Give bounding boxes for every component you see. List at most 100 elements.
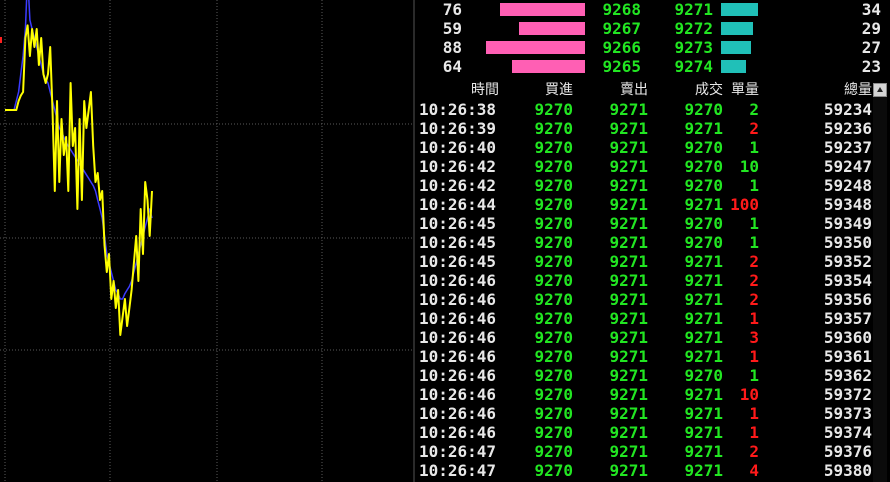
bid-quantity: 59 — [442, 19, 462, 38]
table-row: 10:26:45 9270 9271 9270 1 59350 — [415, 233, 873, 252]
tick-bid: 9270 — [534, 366, 573, 385]
ask-price: 9274 — [674, 57, 713, 76]
tick-ask: 9271 — [609, 461, 648, 480]
tick-deal: 9270 — [684, 138, 723, 157]
bid-price: 9268 — [602, 0, 641, 19]
tick-deal: 9270 — [684, 214, 723, 233]
scrollbar-track[interactable] — [873, 97, 887, 482]
tick-volume: 1 — [749, 138, 759, 157]
bid-quantity: 64 — [442, 57, 462, 76]
tick-time: 10:26:47 — [419, 442, 497, 461]
tick-total: 59374 — [823, 423, 872, 442]
ask-volume-bar — [721, 22, 753, 35]
tick-ask: 9271 — [609, 347, 648, 366]
tick-ask: 9271 — [609, 195, 648, 214]
tick-deal: 9270 — [684, 176, 723, 195]
tick-deal: 9271 — [684, 309, 723, 328]
header-volume: 單量 — [731, 82, 759, 98]
tick-deal: 9271 — [684, 423, 723, 442]
tick-time: 10:26:46 — [419, 290, 497, 309]
tick-time: 10:26:46 — [419, 271, 497, 290]
tick-volume: 1 — [749, 309, 759, 328]
tick-volume: 2 — [749, 119, 759, 138]
tick-volume: 1 — [749, 366, 759, 385]
tick-deal: 9270 — [684, 366, 723, 385]
tick-deal: 9271 — [684, 328, 723, 347]
ask-volume-bar — [721, 41, 751, 54]
tick-bid: 9270 — [534, 233, 573, 252]
tick-volume: 1 — [749, 347, 759, 366]
bid-quantity: 88 — [442, 38, 462, 57]
tick-total: 59372 — [823, 385, 872, 404]
ask-quantity: 29 — [861, 19, 881, 38]
header-total: 總量 — [844, 82, 872, 98]
tick-time: 10:26:46 — [419, 423, 497, 442]
tick-bid: 9270 — [534, 442, 573, 461]
tick-ask: 9271 — [609, 366, 648, 385]
tick-ask: 9271 — [609, 233, 648, 252]
ask-volume-bar — [721, 3, 758, 16]
tick-bid: 9270 — [534, 423, 573, 442]
tick-time: 10:26:46 — [419, 404, 497, 423]
depth-row: 88 9266 9273 27 — [415, 38, 890, 57]
ask-quantity: 27 — [861, 38, 881, 57]
table-row: 10:26:46 9270 9271 9270 1 59362 — [415, 366, 873, 385]
ask-price: 9272 — [674, 19, 713, 38]
tick-bid: 9270 — [534, 385, 573, 404]
tick-total: 59237 — [823, 138, 872, 157]
tick-bid: 9270 — [534, 214, 573, 233]
tick-volume: 1 — [749, 423, 759, 442]
tick-deal: 9271 — [684, 119, 723, 138]
depth-row: 64 9265 9274 23 — [415, 57, 890, 76]
tick-bid: 9270 — [534, 252, 573, 271]
tick-time: 10:26:45 — [419, 214, 497, 233]
tick-table: 時間 買進 賣出 成交 單量 總量 10:26:38 9270 9271 9270 2 5… — [415, 80, 890, 482]
tick-bid: 9270 — [534, 328, 573, 347]
tick-total: 59350 — [823, 233, 872, 252]
tick-ask: 9271 — [609, 138, 648, 157]
tick-deal: 9271 — [684, 461, 723, 480]
tick-volume: 2 — [749, 271, 759, 290]
tick-bid: 9270 — [534, 138, 573, 157]
tick-total: 59248 — [823, 176, 872, 195]
bid-volume-bar — [486, 41, 585, 54]
table-row: 10:26:39 9270 9271 9271 2 59236 — [415, 119, 873, 138]
header-bid: 買進 — [545, 82, 573, 98]
tick-bid: 9270 — [534, 157, 573, 176]
table-row: 10:26:40 9270 9271 9270 1 59237 — [415, 138, 873, 157]
ask-volume-bar — [721, 60, 746, 73]
header-ask: 賣出 — [620, 82, 648, 98]
ask-quantity: 34 — [861, 0, 881, 19]
tick-bid: 9270 — [534, 347, 573, 366]
tick-volume: 100 — [730, 195, 759, 214]
tick-ask: 9271 — [609, 328, 648, 347]
tick-volume: 4 — [749, 461, 759, 480]
tick-total: 59361 — [823, 347, 872, 366]
tick-time: 10:26:46 — [419, 309, 497, 328]
header-time: 時間 — [471, 82, 499, 98]
tick-total: 59354 — [823, 271, 872, 290]
table-row: 10:26:38 9270 9271 9270 2 59234 — [415, 100, 873, 119]
tick-ask: 9271 — [609, 271, 648, 290]
tick-table-header: 時間 買進 賣出 成交 單量 總量 — [415, 80, 873, 100]
tick-ask: 9271 — [609, 214, 648, 233]
scroll-up-button[interactable] — [873, 83, 887, 97]
tick-deal: 9271 — [684, 252, 723, 271]
table-row: 10:26:47 9270 9271 9271 2 59376 — [415, 442, 873, 461]
tick-deal: 9270 — [684, 157, 723, 176]
tick-volume: 1 — [749, 176, 759, 195]
tick-total: 59380 — [823, 461, 872, 480]
tick-time: 10:26:40 — [419, 138, 497, 157]
tick-ask: 9271 — [609, 100, 648, 119]
bid-price: 9267 — [602, 19, 641, 38]
tick-bid: 9270 — [534, 404, 573, 423]
tick-total: 59352 — [823, 252, 872, 271]
tick-time: 10:26:45 — [419, 233, 497, 252]
tick-bid: 9270 — [534, 271, 573, 290]
tick-total: 59349 — [823, 214, 872, 233]
ask-quantity: 23 — [861, 57, 881, 76]
tick-volume: 10 — [739, 385, 759, 404]
tick-time: 10:26:44 — [419, 195, 497, 214]
depth-row: 59 9267 9272 29 — [415, 19, 890, 38]
table-row: 10:26:46 9270 9271 9271 2 59356 — [415, 290, 873, 309]
